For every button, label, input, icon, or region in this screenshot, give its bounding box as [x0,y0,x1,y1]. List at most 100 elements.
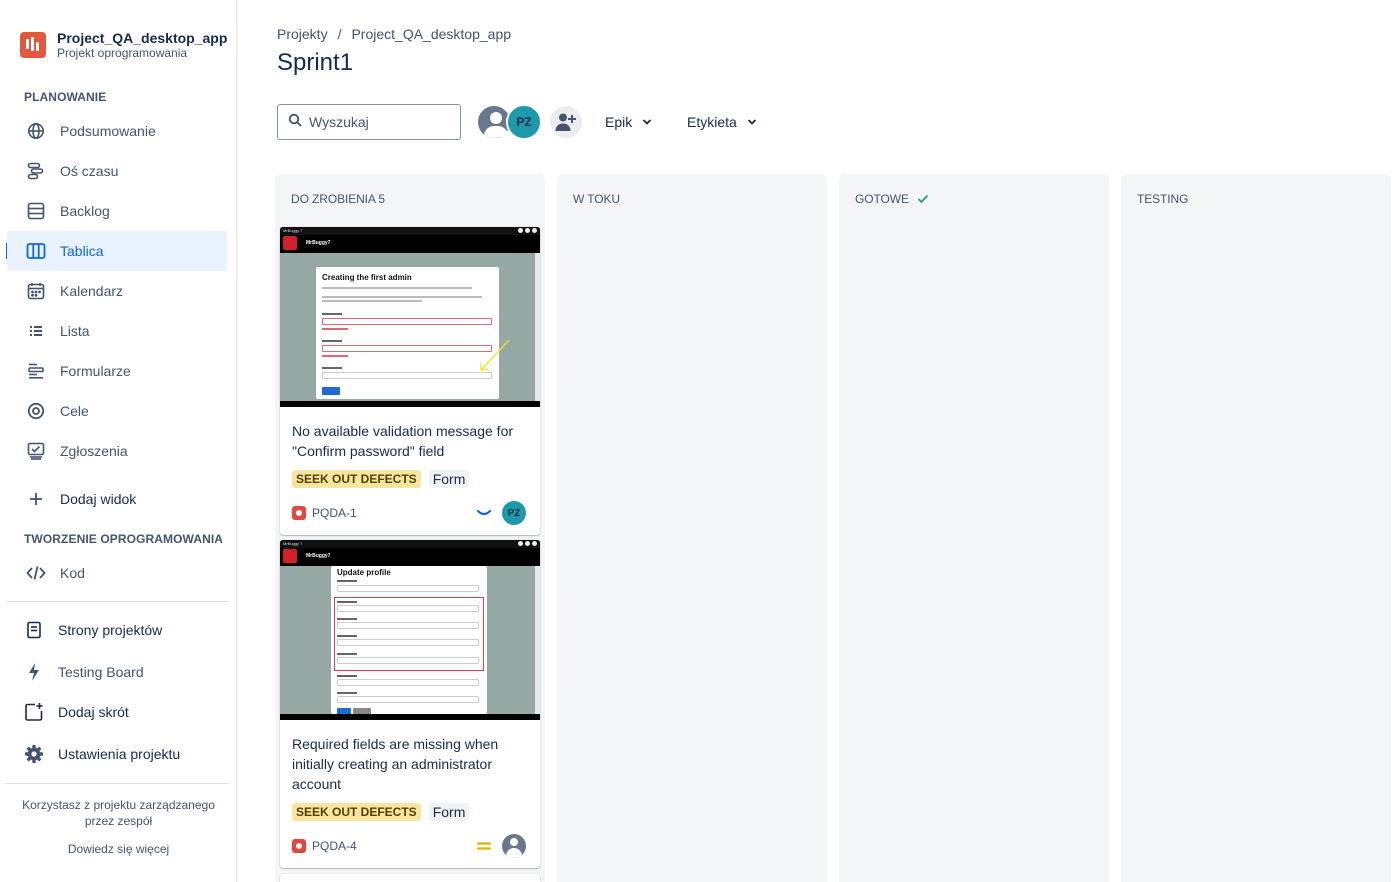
backlog-icon [25,200,47,222]
assignee-avatar[interactable]: PZ [502,501,526,525]
breadcrumb-project-link[interactable]: Project_QA_desktop_app [351,26,511,42]
attachment-thumbnail: MrBuggy 7 MrBuggy7 Creating the first ad… [280,227,540,407]
column-testing: TESTING [1121,174,1391,882]
sidebar-item-label: Cele [60,403,89,419]
epic-filter-label: Epik [605,114,633,130]
sidebar-item-testing-board[interactable]: Testing Board [7,652,227,692]
issue-title: No available validation message for "Con… [292,423,514,459]
epic-tag: SEEK OUT DEFECTS [292,803,421,821]
add-person-icon [555,113,576,131]
add-people-button[interactable] [550,106,582,138]
sidebar-item-issues[interactable]: Zgłoszenia [7,431,227,471]
sidebar-item-forms[interactable]: Formularze [7,351,227,391]
add-view-button[interactable]: Dodaj widok [7,479,227,519]
sidebar-divider [6,601,229,602]
sidebar-item-label: Formularze [60,363,131,379]
forms-icon [25,360,47,382]
breadcrumb: Projekty / Project_QA_desktop_app [277,26,511,42]
shot-dialog-title: Creating the first admin [322,273,412,282]
page-title: Sprint1 [277,49,354,76]
shot-app-name: MrBuggy7 [306,240,331,246]
attachment-thumbnail: MrBuggy 7 MrBuggy7 Update profile [280,540,540,720]
arrow-annotation-icon [480,339,510,371]
sidebar-item-timeline[interactable]: Oś czasu [7,151,227,191]
plus-icon [25,488,47,510]
issue-title: Required fields are missing when initial… [292,736,499,792]
sidebar-item-label: Oś czasu [60,163,119,179]
shot-app-name: MrBuggy7 [306,553,331,559]
sidebar-item-add-shortcut[interactable]: Dodaj skrót [7,692,227,732]
sidebar-item-label: Testing Board [58,664,144,680]
unassigned-avatar[interactable] [502,834,526,858]
column-title: DO ZROBIENIA 5 [291,192,385,206]
shot-dialog: Update profile [331,566,487,716]
issues-icon [25,440,47,462]
sidebar-item-goals[interactable]: Cele [7,391,227,431]
issue-key[interactable]: PQDA-1 [312,506,357,520]
pages-icon [23,619,45,641]
sidebar-item-label: Backlog [60,203,110,219]
issue-card-partial[interactable] [280,874,540,882]
project-type: Projekt oprogramowania [57,46,188,60]
sidebar-item-label: Ustawienia projektu [58,746,181,762]
column-header: W TOKU [573,192,620,206]
sidebar-item-label: Strony projektów [58,622,163,638]
sidebar-item-project-pages[interactable]: Strony projektów [7,610,227,650]
sidebar-item-summary[interactable]: Podsumowanie [7,111,227,151]
calendar-icon [25,280,47,302]
project-logo-icon [20,32,46,58]
timeline-icon [25,160,47,182]
label-tag: Form [428,803,470,821]
shot-dialog-title: Update profile [337,568,391,577]
sidebar-item-label: Podsumowanie [60,123,156,139]
app-logo-icon [283,549,297,563]
issue-key[interactable]: PQDA-4 [312,839,357,853]
breadcrumb-separator: / [337,26,342,42]
bug-icon [292,839,306,853]
dev-section-title: TWORZENIE OPROGRAMOWANIA [24,532,224,546]
priority-medium-icon [476,842,492,850]
globe-icon [25,120,47,142]
sidebar-item-board[interactable]: Tablica [7,231,227,271]
column-title: W TOKU [573,192,620,206]
column-title: GOTOWE [855,192,909,206]
sidebar-item-backlog[interactable]: Backlog [7,191,227,231]
sidebar-item-project-settings[interactable]: Ustawienia projektu [7,734,227,774]
priority-low-icon [476,509,492,516]
app-root: Project_QA_desktop_app Projekt oprogramo… [0,0,1394,882]
shot-dialog: Creating the first admin [316,267,499,399]
learn-more-link[interactable]: Dowiedz się więcej [0,842,237,856]
sidebar: Project_QA_desktop_app Projekt oprogramo… [0,0,237,882]
label-filter-label: Etykieta [687,114,737,130]
sidebar-item-label: Lista [60,323,90,339]
add-view-label: Dodaj widok [60,491,137,507]
sidebar-divider [6,783,229,784]
sidebar-item-code[interactable]: Kod [7,553,227,593]
board-icon [25,240,47,262]
bug-icon [292,506,306,520]
team-managed-note: Korzystasz z projektu zarządzanego przez… [22,798,215,828]
project-header[interactable]: Project_QA_desktop_app Projekt oprogramo… [20,30,227,60]
epic-filter-dropdown[interactable]: Epik [605,110,652,134]
sidebar-item-label: Zgłoszenia [60,443,128,459]
shot-window-title: MrBuggy 7 [283,228,303,233]
check-icon [917,194,929,204]
column-todo: DO ZROBIENIA 5 MrBuggy 7 MrBuggy7 Creati… [275,174,545,882]
column-title: TESTING [1137,192,1189,206]
sidebar-item-list[interactable]: Lista [7,311,227,351]
avatar-pz[interactable]: PZ [506,104,542,140]
label-filter-dropdown[interactable]: Etykieta [687,110,757,134]
breadcrumb-projects-link[interactable]: Projekty [277,26,328,42]
goals-icon [25,400,47,422]
search-box[interactable] [277,104,461,140]
add-shortcut-icon [23,701,45,723]
issue-card-pqda-1[interactable]: MrBuggy 7 MrBuggy7 Creating the first ad… [280,227,540,535]
column-in-progress: W TOKU [557,174,827,882]
sidebar-item-label: Kalendarz [60,283,124,299]
search-input[interactable] [309,114,449,130]
app-logo-icon [283,236,297,250]
sidebar-item-calendar[interactable]: Kalendarz [7,271,227,311]
planning-section-title: PLANOWANIE [24,90,107,104]
label-tag: Form [428,470,470,488]
issue-card-pqda-4[interactable]: MrBuggy 7 MrBuggy7 Update profile Requir… [280,540,540,868]
